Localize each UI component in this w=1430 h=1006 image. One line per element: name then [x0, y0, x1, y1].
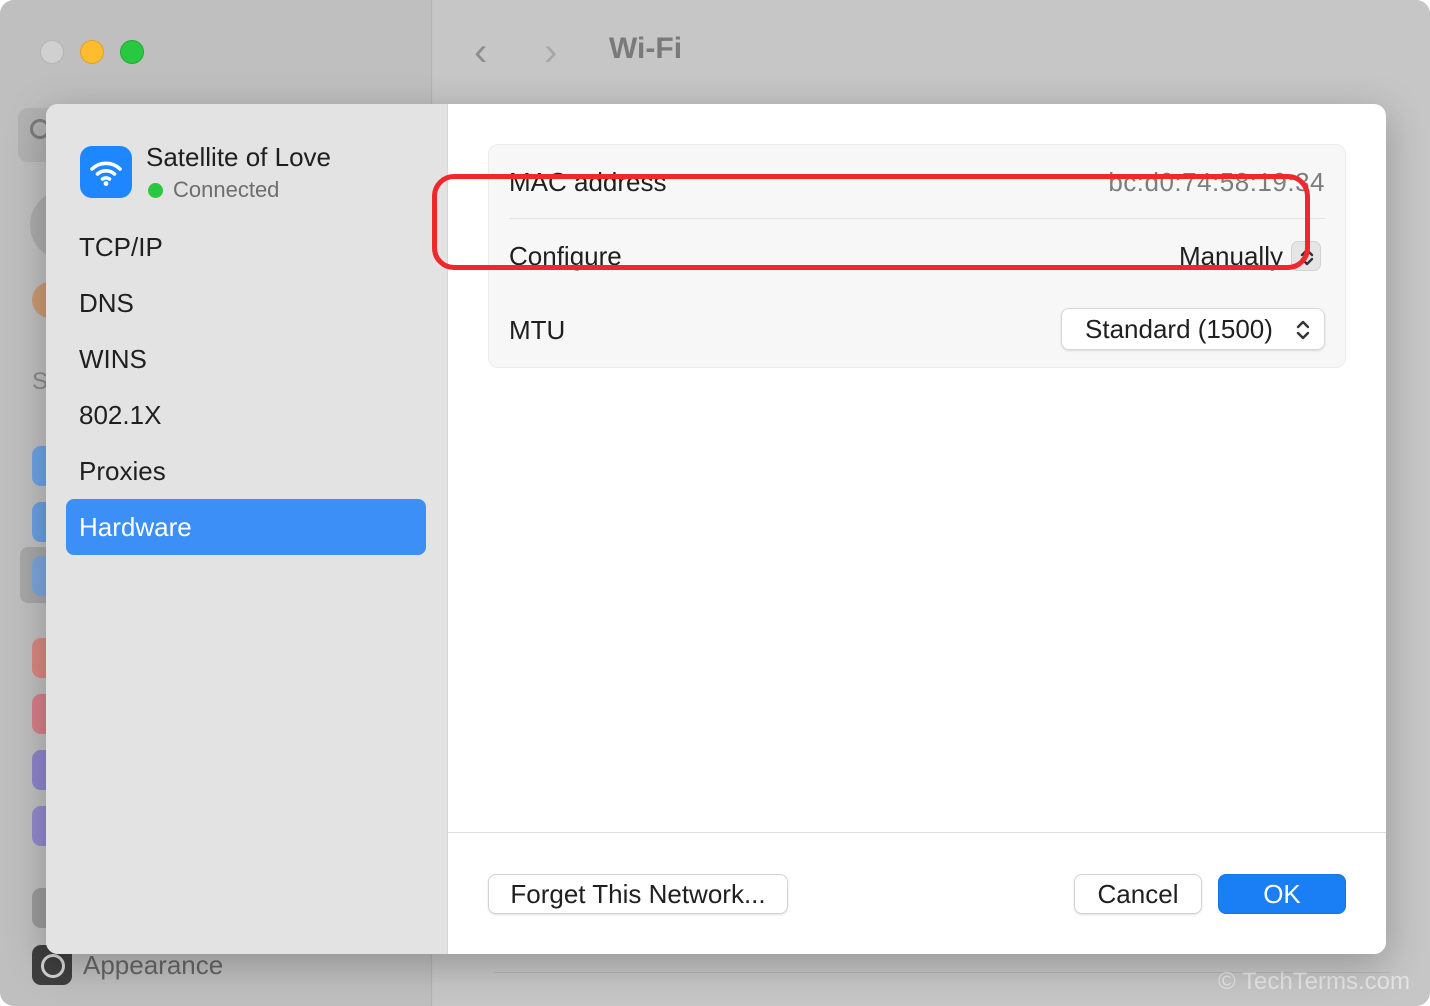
sheet-sidebar-list: TCP/IP DNS WINS 802.1X Proxies Hardware [66, 219, 426, 555]
ok-button[interactable]: OK [1218, 874, 1346, 914]
sidebar-item-hardware[interactable]: Hardware [66, 499, 426, 555]
watermark: © TechTerms.com [1218, 968, 1410, 995]
mac-address-label: MAC address [509, 167, 667, 197]
sidebar-item-wins[interactable]: WINS [66, 331, 426, 387]
network-status: Connected [173, 177, 280, 202]
close-window-button[interactable] [40, 40, 64, 64]
configure-label: Configure [509, 241, 622, 271]
up-down-chevron-icon [1291, 241, 1321, 271]
cancel-button[interactable]: Cancel [1074, 874, 1202, 914]
up-down-chevron-icon [1296, 320, 1310, 340]
mtu-label: MTU [509, 315, 566, 345]
connected-status-dot [148, 183, 163, 198]
hardware-pane: MAC address bc:d0:74:58:19:34 Configure … [448, 104, 1386, 832]
forward-chevron-icon[interactable]: › [544, 30, 557, 75]
mtu-popup-button[interactable]: Standard (1500) [1061, 308, 1325, 350]
sidebar-item-appearance[interactable]: Appearance [83, 950, 223, 981]
sheet-sidebar: Satellite of Love Connected TCP/IP DNS W… [46, 104, 448, 954]
hardware-settings-group: MAC address bc:d0:74:58:19:34 Configure … [488, 144, 1346, 368]
mtu-row: MTU Standard (1500) [509, 293, 1325, 367]
sidebar-item-proxies[interactable]: Proxies [66, 443, 426, 499]
zoom-window-button[interactable] [120, 40, 144, 64]
back-chevron-icon[interactable]: ‹ [474, 30, 487, 75]
sidebar-item-dns[interactable]: DNS [66, 275, 426, 331]
network-header: Satellite of Love Connected [80, 142, 440, 206]
network-name: Satellite of Love [146, 142, 332, 172]
configure-value: Manually [1178, 241, 1283, 271]
forget-network-button[interactable]: Forget This Network... [488, 874, 788, 914]
mac-address-value: bc:d0:74:58:19:34 [1108, 167, 1325, 197]
mac-address-row: MAC address bc:d0:74:58:19:34 [509, 145, 1325, 219]
sidebar-item-8021x[interactable]: 802.1X [66, 387, 426, 443]
configure-row: Configure Manually [509, 219, 1325, 293]
network-details-sheet: Satellite of Love Connected TCP/IP DNS W… [46, 104, 1386, 954]
page-title: Wi-Fi [609, 32, 683, 65]
wifi-icon [80, 146, 132, 198]
mtu-value: Standard (1500) [1085, 314, 1273, 344]
configure-popup[interactable]: Manually [1179, 241, 1321, 273]
minimize-window-button[interactable] [80, 40, 104, 64]
sheet-footer: Forget This Network... Cancel OK [448, 832, 1386, 954]
sidebar-item-tcpip[interactable]: TCP/IP [66, 219, 426, 275]
